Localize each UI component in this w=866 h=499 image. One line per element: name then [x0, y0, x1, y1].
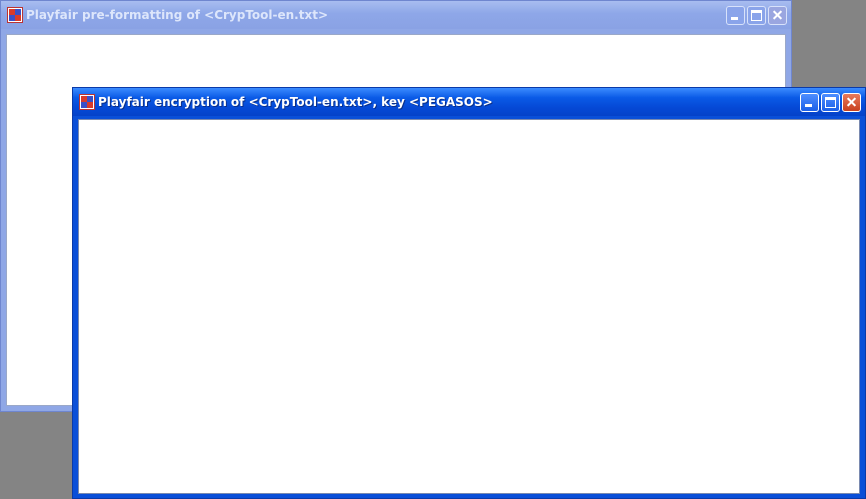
maximize-button[interactable]	[747, 5, 766, 25]
cryptool-app-icon[interactable]	[7, 7, 23, 23]
close-button[interactable]	[842, 92, 861, 112]
close-button[interactable]	[768, 5, 787, 25]
minimize-button[interactable]	[800, 92, 819, 112]
maximize-icon	[751, 9, 762, 21]
pre-formatting-titlebar[interactable]: Playfair pre-formatting of <CrypTool-en.…	[1, 1, 791, 29]
minimize-button[interactable]	[726, 5, 745, 25]
maximize-button[interactable]	[821, 92, 840, 112]
maximize-icon	[825, 96, 836, 108]
encryption-text-area[interactable]	[78, 119, 860, 494]
close-icon	[769, 7, 786, 24]
close-icon	[843, 94, 860, 111]
encryption-titlebar[interactable]: Playfair encryption of <CrypTool-en.txt>…	[73, 88, 865, 116]
encryption-window[interactable]: Playfair encryption of <CrypTool-en.txt>…	[72, 87, 866, 499]
cryptool-app-icon[interactable]	[79, 94, 95, 110]
minimize-icon	[805, 103, 812, 107]
window-title: Playfair encryption of <CrypTool-en.txt>…	[98, 95, 493, 109]
window-title: Playfair pre-formatting of <CrypTool-en.…	[26, 8, 329, 22]
minimize-icon	[731, 16, 738, 20]
